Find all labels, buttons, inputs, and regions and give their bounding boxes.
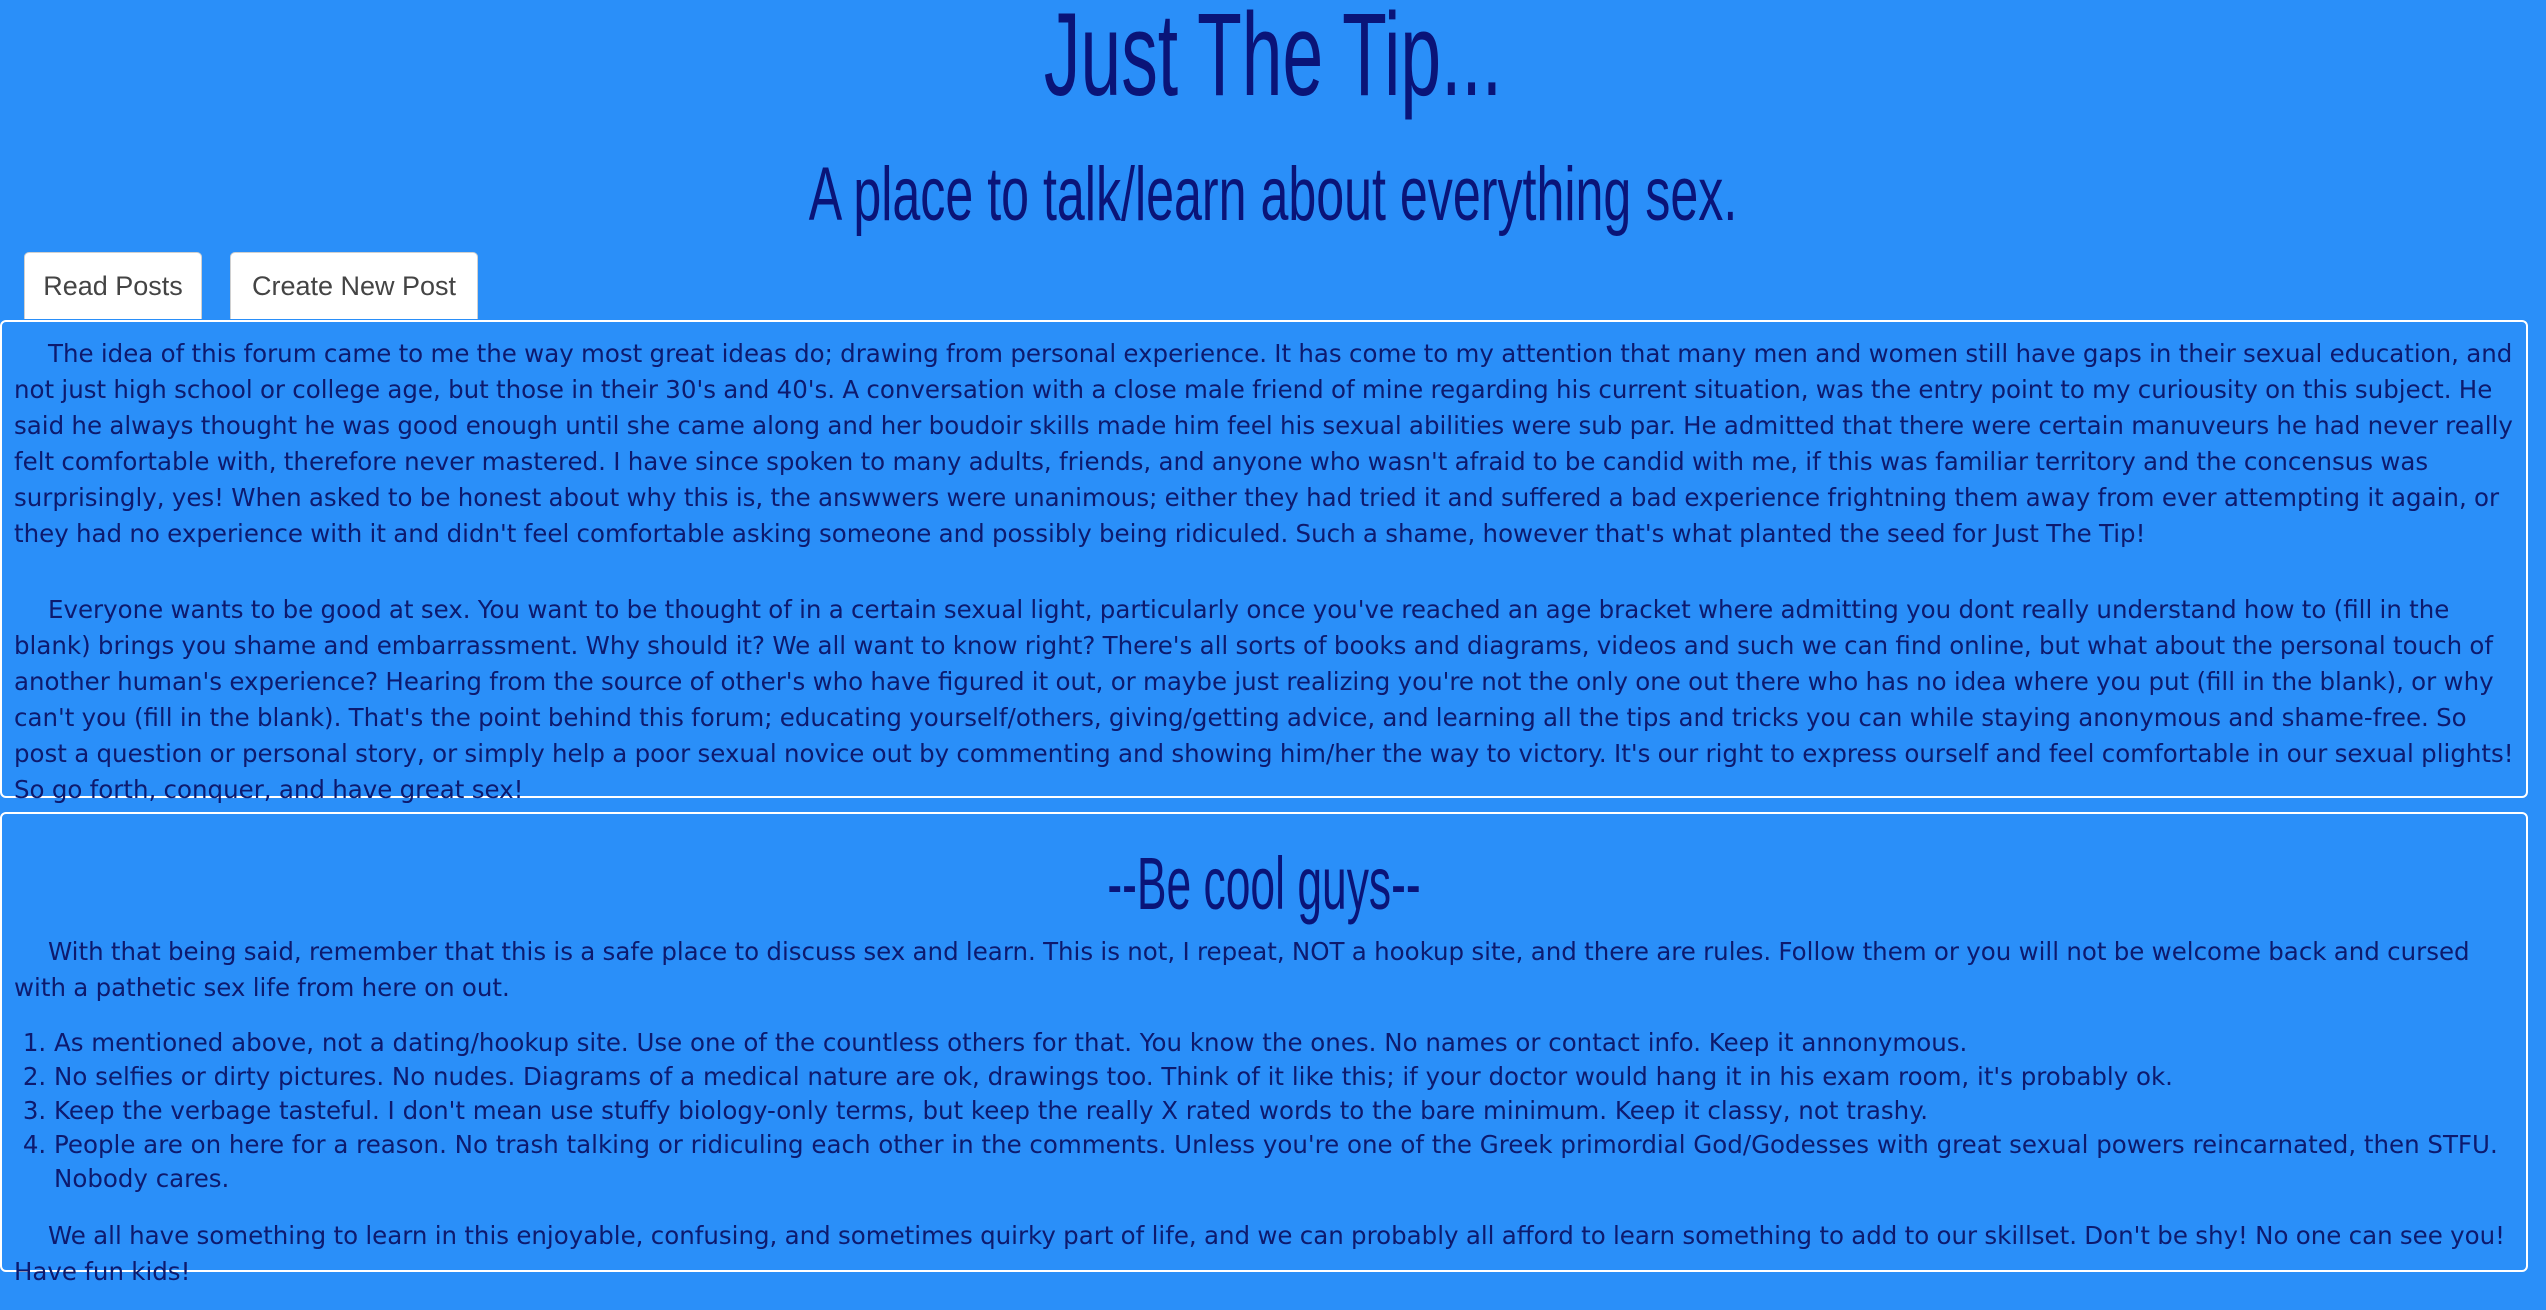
rule-item: People are on here for a reason. No tras… bbox=[54, 1128, 2514, 1196]
rule-item: As mentioned above, not a dating/hookup … bbox=[54, 1026, 2514, 1060]
rules-panel: --Be cool guys-- With that being said, r… bbox=[0, 812, 2528, 1286]
intro-paragraph: The idea of this forum came to me the wa… bbox=[14, 339, 2513, 548]
rules-list: As mentioned above, not a dating/hookup … bbox=[14, 1026, 2514, 1196]
rule-item: Keep the verbage tasteful. I don't mean … bbox=[54, 1094, 2514, 1128]
tab-read-posts[interactable]: Read Posts bbox=[24, 252, 202, 319]
tab-create-new-post[interactable]: Create New Post bbox=[230, 252, 478, 319]
intro-panel: The idea of this forum came to me the wa… bbox=[0, 320, 2528, 804]
site-title: Just The Tip... bbox=[1043, 0, 1503, 121]
intro-paragraph: Everyone wants to be good at sex. You wa… bbox=[14, 595, 2514, 804]
site-subtitle: A place to talk/learn about everything s… bbox=[808, 152, 1738, 237]
rules-intro: With that being said, remember that this… bbox=[14, 937, 2470, 1002]
rule-item: No selfies or dirty pictures. No nudes. … bbox=[54, 1060, 2514, 1094]
rules-heading: --Be cool guys-- bbox=[1107, 842, 1421, 925]
rules-outro: We all have something to learn in this e… bbox=[14, 1221, 2505, 1286]
